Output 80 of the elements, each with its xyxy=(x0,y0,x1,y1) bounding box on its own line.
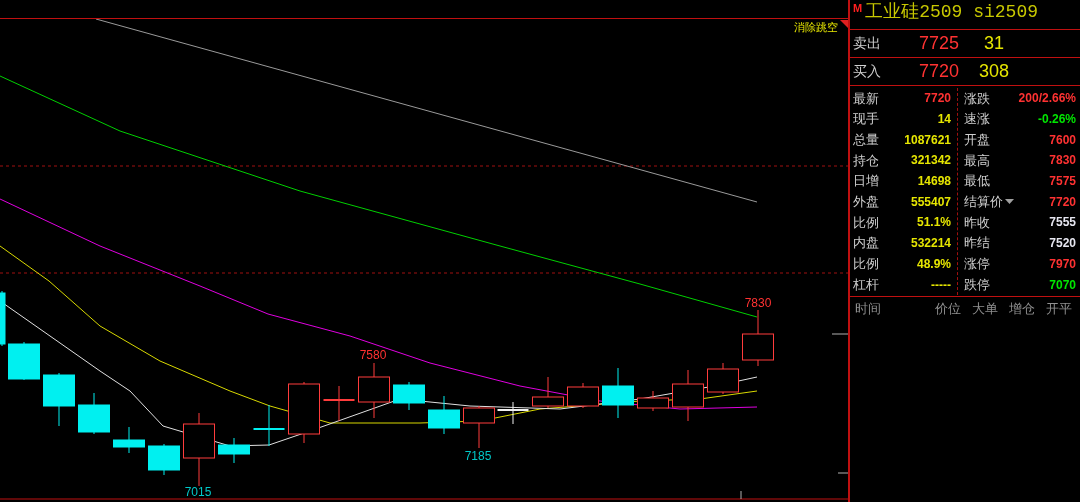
market-marker: M xyxy=(853,3,863,14)
candlestick xyxy=(672,369,704,422)
field-value: 7575 xyxy=(1049,173,1076,191)
candlestick xyxy=(742,309,774,367)
field-label: 比例 xyxy=(853,255,879,274)
field-label: 开盘 xyxy=(964,130,990,149)
field-value: 14 xyxy=(937,111,951,129)
candlestick xyxy=(637,390,669,412)
candlestick xyxy=(43,372,75,427)
field-label: 比例 xyxy=(853,213,879,232)
order-price: 7725 xyxy=(917,32,959,55)
candlestick xyxy=(78,392,110,435)
order-side-label: 卖出 xyxy=(853,34,882,53)
field-label: 日增 xyxy=(853,172,879,191)
candlestick xyxy=(252,404,286,447)
field-label: 最高 xyxy=(964,151,990,170)
order-volume: 308 xyxy=(977,60,1010,83)
field-value: 7720 xyxy=(924,90,951,108)
corner-triangle-icon xyxy=(840,20,848,28)
field-label: 最低 xyxy=(964,172,990,191)
field-value: 200/2.66% xyxy=(1018,90,1076,108)
field-value: 321342 xyxy=(910,152,951,170)
field-label: 昨收 xyxy=(964,213,990,232)
price-label: 7830 xyxy=(744,296,772,310)
field-value: ----- xyxy=(931,276,951,294)
field-value: -0.26% xyxy=(1037,111,1076,129)
candlestick xyxy=(707,362,739,395)
candlestick xyxy=(428,395,460,435)
field-label: 内盘 xyxy=(853,234,879,253)
field-value: 7600 xyxy=(1049,131,1076,149)
candlestick xyxy=(8,341,40,381)
candlestick xyxy=(358,362,390,419)
field-label: 总量 xyxy=(853,130,879,149)
field-label: 速涨 xyxy=(964,110,990,129)
field-label: 持仓 xyxy=(853,151,879,170)
column-header: 时间 xyxy=(855,300,882,319)
candlestick xyxy=(0,290,6,347)
field-value: 532214 xyxy=(910,235,951,253)
column-header: 价位 xyxy=(933,300,962,319)
field-label: 外盘 xyxy=(853,193,879,212)
candlestick xyxy=(532,376,564,409)
order-side-label: 买入 xyxy=(853,62,882,81)
field-value: 1087621 xyxy=(904,131,951,149)
candlestick xyxy=(567,382,599,409)
field-label: 杠杆 xyxy=(853,275,879,294)
order-price: 7720 xyxy=(917,60,959,83)
order-volume: 31 xyxy=(983,32,1005,55)
field-value: 7555 xyxy=(1049,214,1076,232)
candlestick xyxy=(393,381,425,411)
caret-icon[interactable] xyxy=(1005,199,1014,205)
field-label: 现手 xyxy=(853,110,879,129)
field-value: 7720 xyxy=(1049,193,1076,211)
field-value: 14698 xyxy=(917,173,951,191)
gap-removal-toggle[interactable]: 消除跳空 xyxy=(794,22,838,33)
candlestick xyxy=(113,426,145,454)
column-header: 增仓 xyxy=(1007,300,1036,319)
field-label: 涨停 xyxy=(964,255,990,274)
candlestick xyxy=(322,385,356,422)
field-label: 跌停 xyxy=(964,275,990,294)
price-label: 7580 xyxy=(359,348,387,362)
field-value: 7070 xyxy=(1049,276,1076,294)
field-value: 51.1% xyxy=(916,214,951,232)
field-label: 涨跌 xyxy=(964,89,990,108)
field-label: 昨结 xyxy=(964,234,990,253)
field-value: 7830 xyxy=(1049,152,1076,170)
column-header: 开平 xyxy=(1044,300,1073,319)
candlestick xyxy=(288,381,320,444)
contract-title: 工业硅2509 si2509 xyxy=(865,3,1038,21)
field-value: 48.9% xyxy=(916,255,951,273)
field-label: 最新 xyxy=(853,89,879,108)
field-label: 结算价 xyxy=(964,193,1003,212)
field-value: 7520 xyxy=(1049,235,1076,253)
field-value: 7970 xyxy=(1049,255,1076,273)
candlestick xyxy=(218,437,250,464)
price-label: 7015 xyxy=(184,485,212,499)
candlestick xyxy=(602,367,634,419)
column-header: 大单 xyxy=(970,300,999,319)
price-label: 7185 xyxy=(464,449,492,463)
field-value: 555407 xyxy=(910,193,951,211)
candlestick xyxy=(148,443,180,476)
